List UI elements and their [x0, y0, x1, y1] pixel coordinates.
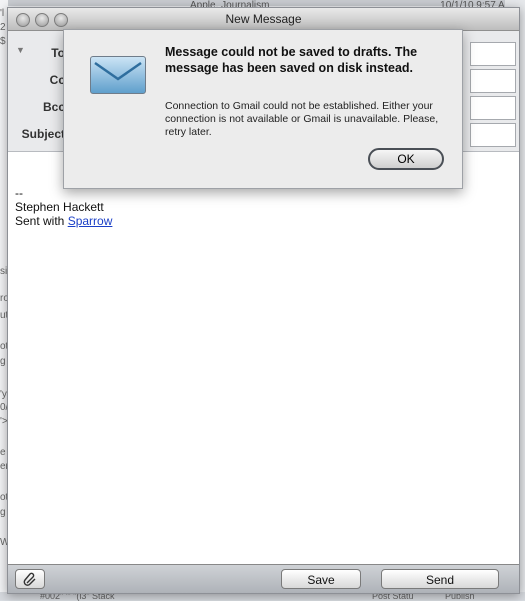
cc-field[interactable]: [470, 69, 516, 93]
bg-fragment: 2: [0, 22, 6, 33]
save-button[interactable]: Save: [281, 569, 361, 589]
message-body[interactable]: -- Stephen Hackett Sent with Sparrow: [8, 152, 519, 564]
bg-fragment: g: [0, 356, 6, 367]
bg-fragment: $: [0, 36, 6, 47]
bg-fragment: e: [0, 447, 6, 458]
bg-fragment: 'l: [0, 8, 5, 19]
bcc-field[interactable]: [470, 96, 516, 120]
ok-button[interactable]: OK: [368, 148, 444, 170]
attach-button[interactable]: [15, 569, 45, 589]
compose-toolbar: Save Send: [8, 564, 519, 593]
send-button[interactable]: Send: [381, 569, 499, 589]
alert-sheet: Message could not be saved to drafts. Th…: [63, 29, 463, 189]
paperclip-icon: [23, 572, 36, 586]
alert-message: Connection to Gmail could not be establi…: [165, 100, 439, 138]
bcc-label: Bcc: [42, 100, 65, 114]
sparrow-link[interactable]: Sparrow: [68, 214, 113, 228]
subject-field[interactable]: [470, 123, 516, 147]
mail-envelope-icon: [90, 56, 146, 94]
subject-label: Subject: [21, 127, 65, 141]
signature: -- Stephen Hackett Sent with Sparrow: [15, 186, 112, 228]
alert-title: Message could not be saved to drafts. Th…: [165, 45, 418, 75]
signature-sent-text: Sent with: [15, 214, 65, 228]
disclosure-triangle-icon[interactable]: ▼: [16, 45, 25, 55]
window-title: New Message: [225, 12, 302, 26]
signature-sent-line: Sent with Sparrow: [15, 214, 112, 228]
signature-name: Stephen Hackett: [15, 200, 104, 214]
bg-fragment: 'y: [0, 389, 7, 400]
to-field[interactable]: [470, 42, 516, 66]
bg-fragment: g: [0, 507, 6, 518]
window-titlebar[interactable]: New Message: [8, 8, 519, 31]
